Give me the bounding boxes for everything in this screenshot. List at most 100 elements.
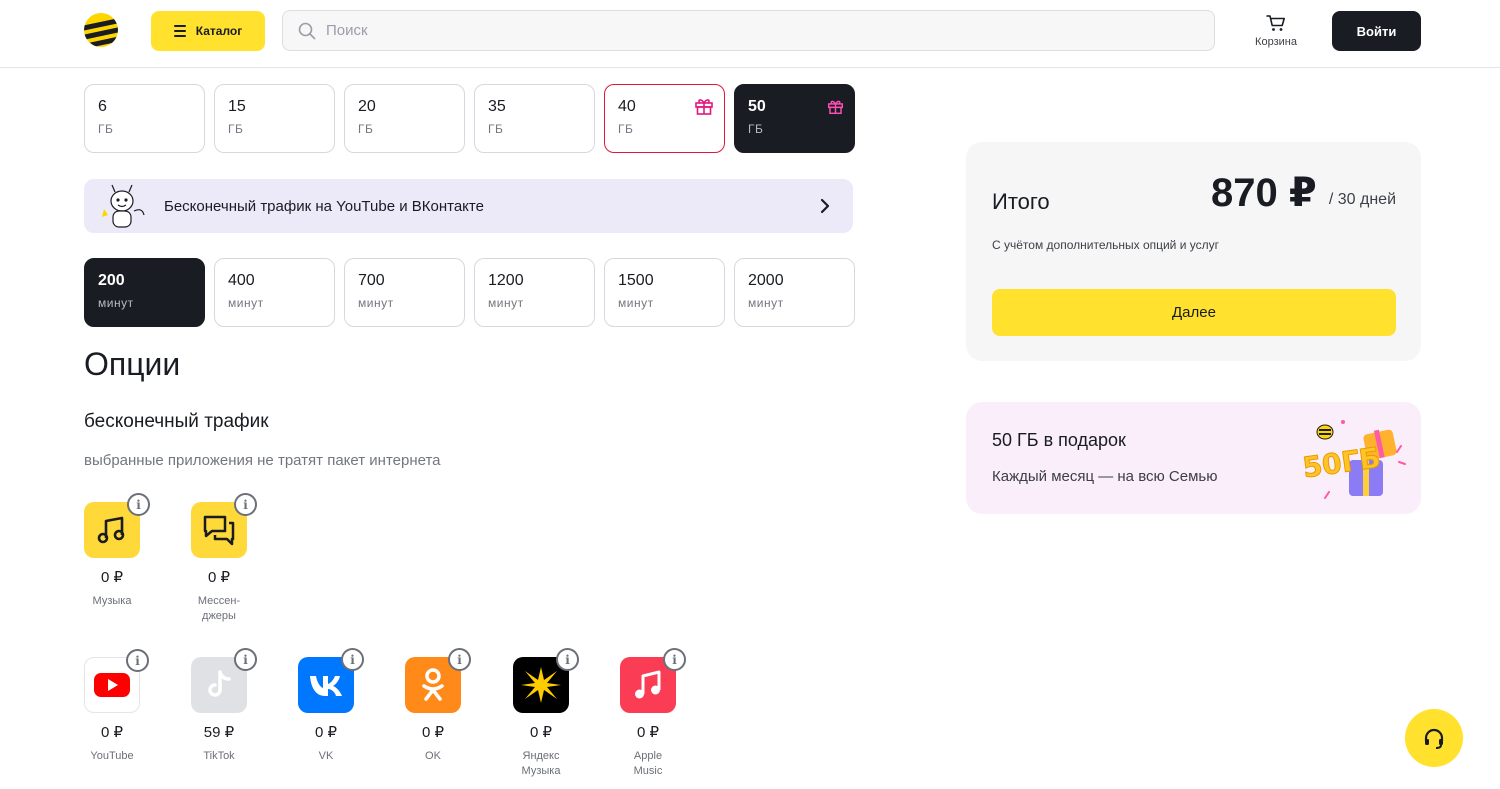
minutes-option-1500[interactable]: 1500 минут [604,258,725,327]
app-tile[interactable]: i [84,493,150,558]
option-unit: ГБ [358,122,374,136]
app-name: Музыка [92,595,132,607]
app-price: 0 ₽ [636,724,660,741]
app-name-line1: Apple [633,750,663,762]
app-name: Мессен-джеры [184,594,254,624]
vk-icon [310,676,342,696]
minutes-option-400[interactable]: 400 минут [214,258,335,327]
catalog-button[interactable]: Каталог [151,11,265,51]
tiktok-icon [208,670,231,697]
music-note-icon [97,516,125,544]
app-name: TikTok [203,750,235,762]
minutes-option-2000[interactable]: 2000 минут [734,258,855,327]
app-tile[interactable]: i [298,648,364,713]
option-value: 400 [228,272,255,289]
app-price: 0 ₽ [100,569,124,586]
headset-icon [1424,728,1444,749]
unlimited-traffic-description: выбранные приложения не тратят пакет инт… [84,452,441,469]
app-name: Apple Music [613,749,683,779]
next-button[interactable]: Далее [992,289,1396,336]
option-unit: ГБ [748,122,764,136]
summary-price: 870 ₽ [1211,171,1317,215]
order-summary: Итого 870 ₽ / 30 дней С учётом дополните… [966,142,1421,361]
odnoklassniki-icon [422,668,444,701]
traffic-option-40[interactable]: 40 ГБ [604,84,725,153]
traffic-options: 6 ГБ 15 ГБ 20 ГБ 35 ГБ 40 ГБ 50 ГБ [84,84,855,153]
summary-note: С учётом дополнительных опций и услуг [992,238,1220,252]
promo-banner[interactable]: Бесконечный трафик на YouTube и ВКонтакт… [84,179,853,233]
app-price: 0 ₽ [207,569,231,586]
app-tile[interactable]: i [191,648,257,713]
option-unit: ГБ [488,122,504,136]
gift-card-title: 50 ГБ в подарок [992,430,1126,450]
chevron-right-icon [820,198,830,214]
cart-label: Корзина [1255,36,1297,48]
app-name-line1: Яндекс [522,750,560,762]
app-option-youtube: i 0 ₽ YouTube [77,649,149,764]
app-price: 0 ₽ [100,724,124,741]
unlimited-traffic-heading: бесконечный трафик [84,411,269,432]
app-tile[interactable]: i [513,648,579,713]
apple-music-icon [635,670,661,699]
chat-bubbles-icon [203,515,235,546]
minutes-options: 200 минут 400 минут 700 минут 1200 минут… [84,258,855,327]
cart-icon [1266,15,1285,31]
option-value: 2000 [748,272,784,289]
support-chat-button[interactable] [1405,709,1463,767]
search-box[interactable] [282,10,1215,51]
app-tile[interactable]: i [620,648,686,713]
option-value: 20 [358,98,376,115]
app-tile[interactable]: i [191,493,257,558]
option-value: 6 [98,98,107,115]
info-icon[interactable]: i [663,648,686,671]
option-value: 15 [228,98,246,115]
info-icon[interactable]: i [234,493,257,516]
login-button[interactable]: Войти [1332,11,1421,51]
app-name-line2: джеры [202,610,236,622]
app-tile[interactable]: i [405,648,471,713]
option-unit: ГБ [618,122,634,136]
info-icon[interactable]: i [234,648,257,671]
app-option-vk: i 0 ₽ VK [291,648,364,764]
app-price: 0 ₽ [421,724,445,741]
app-name: VK [318,750,334,762]
info-icon[interactable]: i [448,648,471,671]
app-name-line1: Мессен- [197,595,241,607]
traffic-option-6[interactable]: 6 ГБ [84,84,205,153]
option-unit: ГБ [228,122,244,136]
option-value: 35 [488,98,506,115]
info-icon[interactable]: i [341,648,364,671]
option-unit: минут [98,296,134,310]
app-price: 0 ₽ [314,724,338,741]
option-unit: минут [228,296,264,310]
minutes-option-1200[interactable]: 1200 минут [474,258,595,327]
app-price: 59 ₽ [203,724,235,741]
traffic-option-20[interactable]: 20 ГБ [344,84,465,153]
traffic-option-35[interactable]: 35 ГБ [474,84,595,153]
search-input[interactable] [326,22,1126,39]
option-unit: минут [488,296,524,310]
minutes-option-200[interactable]: 200 минут [84,258,205,327]
catalog-label: Каталог [195,24,243,38]
app-option-tiktok: i 59 ₽ TikTok [184,648,257,764]
gift-promo-card[interactable]: 50 ГБ в подарок Каждый месяц — на всю Се… [966,402,1421,514]
info-icon[interactable]: i [556,648,579,671]
info-icon[interactable]: i [126,649,149,672]
search-icon [298,22,316,39]
traffic-option-15[interactable]: 15 ГБ [214,84,335,153]
promo-text: Бесконечный трафик на YouTube и ВКонтакт… [164,197,484,215]
option-unit: ГБ [98,122,114,136]
summary-label: Итого [992,189,1050,214]
beeline-logo[interactable] [84,13,118,47]
app-option-apple-music: i 0 ₽ Apple Music [613,648,686,779]
app-option-messengers: i 0 ₽ Мессен-джеры [184,493,257,624]
youtube-icon [94,673,130,697]
minutes-option-700[interactable]: 700 минут [344,258,465,327]
app-name: Яндекс Музыка [506,749,576,779]
cart-button[interactable]: Корзина [1248,14,1304,52]
app-tile[interactable]: i [84,649,149,713]
option-value: 1500 [618,272,654,289]
info-icon[interactable]: i [127,493,150,516]
gift-box-illustration: 50ГБ [1300,420,1406,499]
traffic-option-50[interactable]: 50 ГБ [734,84,855,153]
